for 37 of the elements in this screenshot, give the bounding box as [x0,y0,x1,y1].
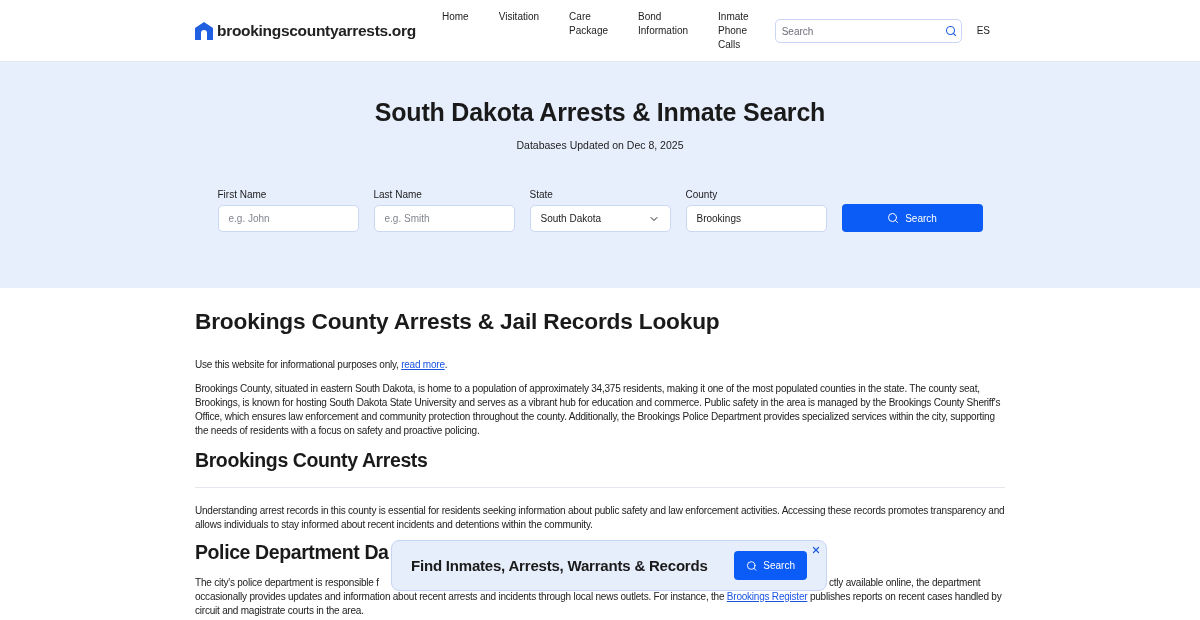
intro-paragraph: Brookings County, situated in eastern South Dakota, is home to a population of approximately 34,375 residents, making it one of the most populated counties in the state. The county seat, Brookings, is known for hosting South Dakota State University and serves as a vibrant hub for education and commerce. Public safety in the area is managed by the Brookings County Sheriff's Office, which ensures law enforcement and community protection throughout the county. Additionally, the Brookings Police Department provides specialized services within the city, supporting the needs of residents with a focus on safety and proactive policing. [195,382,1002,438]
read-more-link[interactable]: read more [401,359,445,370]
search-icon[interactable] [944,25,957,37]
nav-link[interactable]: Inmate Phone Calls [718,10,749,52]
search-icon [887,212,900,224]
hero-title: South Dakota Arrests & Inmate Search [374,97,826,128]
select-field[interactable]: South Dakota [529,205,671,232]
paragraph-fragment: ctly available online, the department [829,576,981,590]
site-logo[interactable]: brookingscountyarrests.org [217,21,416,40]
nav-link[interactable]: Visitation [498,10,540,52]
input-field[interactable]: Brookings [685,205,827,232]
newspaper-link[interactable]: Brookings Register [726,591,808,602]
language-link[interactable]: ES [976,25,990,37]
input-field[interactable]: e.g. John [217,205,359,232]
search-icon [746,559,758,572]
input-field[interactable]: e.g. Smith [373,205,515,232]
search-button[interactable]: Search [841,204,983,232]
nav-link[interactable]: Home [442,10,469,52]
close-icon[interactable] [811,545,821,555]
field-label: Last Name [373,188,422,202]
search-field[interactable]: Search [774,19,962,43]
search-button[interactable]: Search [734,551,807,580]
house-icon [195,21,213,40]
arrests-paragraph: Understanding arrest records in this county is essential for residents seeking information about public safety and law enforcement activities. Accessing these records promotes transparency and allows individuals to stay informed about recent incidents and detentions within the community. [195,504,1005,532]
page-heading: Brookings County Arrests & Jail Records Lookup [195,307,720,336]
field-label: County [685,188,718,202]
banner-title: Find Inmates, Arrests, Warrants & Records [411,557,708,574]
paragraph-fragment: The city's police department is responsible f [195,576,379,590]
nav-link[interactable]: Bond Information [638,10,689,52]
field-label: State [529,188,553,202]
disclaimer-text: Use this website for informational purposes only, read more. [195,358,449,372]
section-heading: Brookings County Arrests [195,448,428,473]
police-paragraph: occasionally provides updates and information about recent arrests and incidents through local news outlets. For instance, the Brookings Register publishes reports on recent cases handled by circuit and magistrate courts in the area. [195,590,1003,618]
field-label: First Name [217,188,267,202]
section-heading: Police Department Da [195,540,389,565]
update-date-text: Databases Updated on Dec 8, 2025 [516,138,684,152]
nav-link[interactable]: Care Package [569,10,608,52]
